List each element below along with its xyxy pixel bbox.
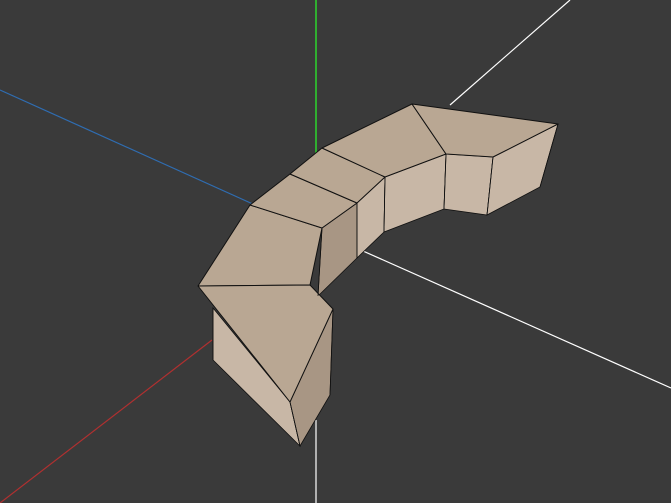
x-axis-positive: [344, 242, 671, 389]
3d-viewport[interactable]: [0, 0, 671, 503]
x-axis-negative: [0, 339, 213, 503]
mesh-side-face[interactable]: [443, 153, 494, 216]
arc-mesh[interactable]: [197, 103, 559, 448]
scene-canvas[interactable]: [0, 0, 671, 503]
y-axis-negative: [0, 89, 256, 206]
y-axis-positive: [449, 0, 571, 106]
